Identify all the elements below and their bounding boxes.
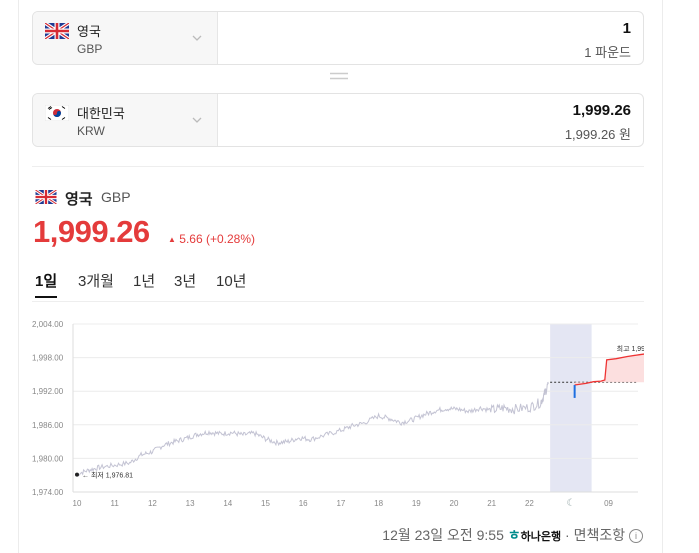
x-tick-label: 20	[450, 499, 459, 508]
chevron-down-icon	[192, 35, 202, 41]
y-tick-label: 2,004.00	[32, 320, 64, 329]
from-amount-input[interactable]: 1	[623, 20, 631, 37]
y-tick-label: 1,974.00	[32, 488, 64, 497]
low-marker	[75, 472, 79, 477]
tab-10y[interactable]: 10년	[216, 270, 247, 291]
bank-logo-icon: ㅎ	[507, 527, 521, 543]
x-tick-label: 17	[336, 499, 345, 508]
y-tick-label: 1,980.00	[32, 454, 64, 463]
footer: 12월 23일 오전 9:55 ㅎ하나은행 · 면책조항 i	[382, 525, 643, 545]
x-tick-label: 15	[261, 499, 270, 508]
tab-1y[interactable]: 1년	[133, 270, 155, 291]
low-label: ← 최저 1,976.81	[82, 471, 133, 480]
uk-flag-icon	[45, 23, 69, 39]
from-currency-code: GBP	[77, 42, 103, 56]
from-currency-name: 영국	[77, 24, 101, 39]
korea-flag-icon	[45, 105, 69, 121]
bank-name: 하나은행	[520, 531, 562, 543]
current-rate: 1,999.26	[33, 214, 150, 249]
tab-1d[interactable]: 1일	[35, 270, 57, 291]
x-tick-label: 09	[604, 499, 613, 508]
disclaimer-link[interactable]: · 면책조항	[565, 527, 625, 543]
y-tick-label: 1,992.00	[32, 387, 64, 396]
tab-divider	[32, 301, 644, 302]
rate-change: ▲ 5.66 (+0.28%)	[168, 232, 255, 246]
x-tick-label: 19	[412, 499, 421, 508]
from-currency-select[interactable]: 영국 GBP	[33, 12, 218, 64]
currency-code: GBP	[101, 189, 131, 205]
high-label: 최고 1,999.68 →	[617, 344, 644, 353]
info-icon[interactable]: i	[629, 529, 643, 543]
tab-active-indicator	[35, 296, 57, 298]
to-currency-select[interactable]: 대한민국 KRW	[33, 94, 218, 146]
rate-chart[interactable]: 2,004.00 1,998.00 1,992.00 1,986.00 1,980.00…	[30, 314, 644, 514]
to-currency-code: KRW	[77, 124, 105, 138]
up-arrow-icon: ▲	[168, 235, 176, 244]
x-tick-label: 18	[374, 499, 383, 508]
section-divider	[32, 166, 644, 167]
tab-3m[interactable]: 3개월	[78, 270, 114, 291]
x-tick-label: 10	[73, 499, 82, 508]
moon-icon: ☾	[566, 498, 575, 509]
chevron-down-icon	[192, 117, 202, 123]
to-amount-text: 1,999.26 원	[564, 127, 631, 142]
tab-3y[interactable]: 3년	[174, 270, 196, 291]
update-time: 12월 23일 오전 9:55	[382, 527, 504, 543]
to-currency-name: 대한민국	[77, 106, 125, 121]
x-tick-label: 22	[525, 499, 534, 508]
rate-change-value: 5.66 (+0.28%)	[179, 232, 255, 246]
from-amount-text: 1 파운드	[584, 45, 631, 60]
from-currency-box: 영국 GBP 1 1 파운드	[32, 11, 644, 65]
currency-name: 영국	[65, 191, 93, 208]
x-tick-label: 16	[299, 499, 308, 508]
x-tick-label: 14	[223, 499, 232, 508]
y-tick-label: 1,998.00	[32, 354, 64, 363]
x-tick-label: 11	[111, 499, 120, 508]
night-shade	[550, 324, 592, 492]
series-previous-line	[76, 381, 549, 477]
x-tick-label: 13	[186, 499, 195, 508]
x-tick-label: 12	[148, 499, 157, 508]
uk-flag-icon	[34, 190, 58, 204]
to-currency-box: 대한민국 KRW 1,999.26 1,999.26 원	[32, 93, 644, 147]
to-amount-input[interactable]: 1,999.26	[573, 102, 631, 119]
equals-icon	[330, 72, 348, 80]
y-tick-label: 1,986.00	[32, 421, 64, 430]
x-tick-label: 21	[487, 499, 496, 508]
